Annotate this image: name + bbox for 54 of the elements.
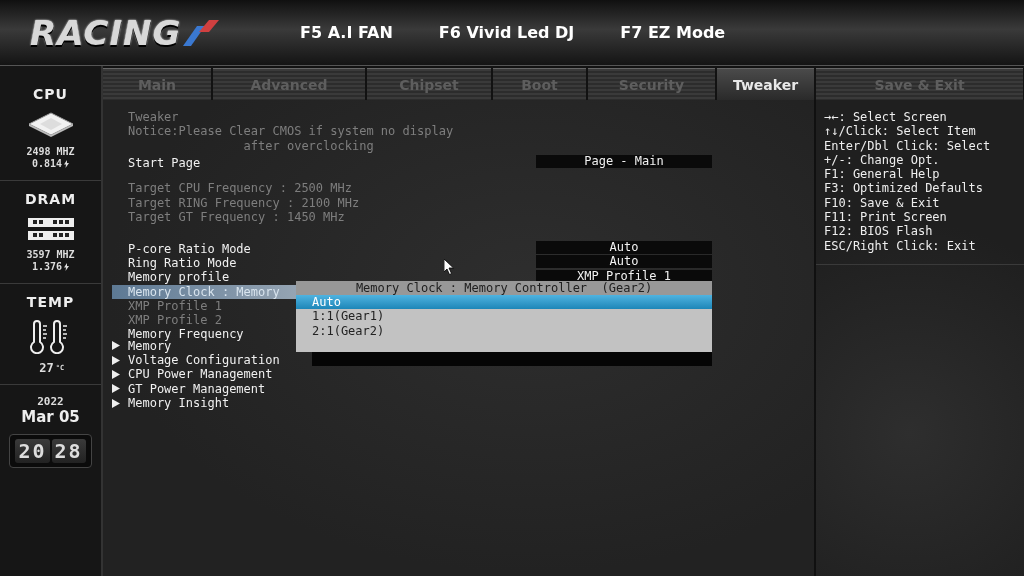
hotkey-link[interactable]: F7 EZ Mode (620, 23, 726, 42)
date-year: 2022 (37, 395, 64, 408)
info-text: Target CPU Frequency : 2500 MHz (128, 181, 352, 196)
mouse-pointer-icon (444, 259, 455, 275)
help-text: F3: Optimized Defaults (824, 181, 984, 196)
setting-value[interactable]: Page - Main (536, 155, 712, 169)
sidebar-title: DRAM (24, 191, 77, 207)
bolt-icon (64, 263, 70, 271)
sidebar-title: CPU (33, 86, 68, 102)
popup-option[interactable]: 1:1(Gear1) (296, 309, 712, 324)
popup-title: Memory Clock : Memory Controller (Gear2) (296, 281, 712, 295)
dram-frequency: 3597 MHZ (26, 249, 75, 261)
clock-digits: 20 (15, 439, 50, 463)
cpu-frequency: 2498 MHZ (26, 146, 75, 158)
hotkey-link[interactable]: F6 Vivid Led DJ (438, 23, 575, 42)
cpu-voltage: 0.814 (31, 158, 70, 170)
hotkey-link[interactable]: F5 A.I FAN (300, 23, 393, 42)
date-day: Mar 05 (21, 408, 80, 426)
info-text: Tweaker (128, 110, 179, 125)
help-text: F10: Save & Exit (824, 195, 941, 211)
submenu-link[interactable]: Voltage Configuration (128, 353, 280, 368)
bolt-icon (64, 160, 70, 168)
setting-label[interactable]: Start Page (128, 155, 201, 171)
help-text: ↑↓/Click: Select Item (824, 124, 977, 139)
notice-text: after overclocking (242, 138, 375, 153)
memory-module-icon (26, 217, 75, 241)
submenu-link[interactable]: Memory Insight (128, 395, 230, 411)
help-text: +/-: Change Opt. (824, 152, 941, 168)
help-text: F1: General Help (824, 167, 941, 182)
dram-voltage: 1.376 (31, 261, 70, 273)
setting-label[interactable]: Memory Frequency (128, 327, 244, 342)
setting-label[interactable]: P-core Ratio Mode (128, 241, 251, 256)
help-text: →←: Select Screen (824, 110, 948, 125)
info-text: Target RING Frequency : 2100 MHz (128, 195, 360, 211)
info-text: Target GT Frequency : 1450 MHz (128, 210, 345, 225)
menu-tab[interactable]: Tweaker (717, 68, 814, 100)
notice-text: Notice:Please Clear CMOS if system no display (128, 124, 455, 139)
sidebar-title: TEMP (26, 294, 75, 310)
setting-value[interactable]: Auto (536, 255, 712, 269)
help-text: ESC/Right Click: Exit (824, 238, 977, 253)
cpu-chip-icon (27, 112, 74, 138)
logo-flag-icon (181, 17, 222, 48)
submenu-link[interactable]: GT Power Management (128, 381, 266, 396)
help-text: F11: Print Screen (824, 210, 948, 225)
temperature-value: 27 (39, 362, 54, 374)
popup-option[interactable]: 2:1(Gear2) (296, 323, 712, 338)
help-text: Enter/Dbl Click: Select (824, 138, 992, 153)
logo-text: RACING (30, 12, 182, 53)
setting-value[interactable]: Auto (536, 241, 712, 255)
setting-label[interactable]: Ring Ratio Mode (128, 255, 237, 271)
help-text: F12: BIOS Flash (824, 224, 934, 239)
setting-label[interactable]: Memory profile (128, 270, 230, 285)
submenu-link[interactable]: CPU Power Management (128, 367, 273, 382)
clock-digits: 28 (51, 439, 86, 463)
